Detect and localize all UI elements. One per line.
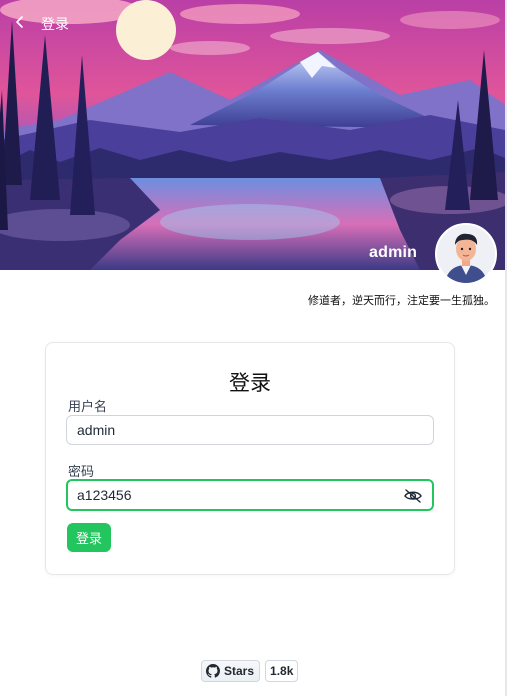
- nav-title: 登录: [41, 16, 69, 32]
- username-label: 用户名: [68, 399, 108, 414]
- chevron-left-icon: [16, 16, 23, 28]
- cartoon-avatar-icon: [437, 225, 495, 283]
- login-page: 登录 admin 修道者，逆天而行，注定要一生孤独。 登录 用户名 密码: [0, 0, 507, 696]
- github-stars-label: Stars: [224, 664, 255, 678]
- username-field[interactable]: [66, 415, 434, 445]
- landscape-illustration: [0, 0, 505, 270]
- login-card: 登录 用户名 密码 登录: [45, 342, 455, 575]
- eye-off-icon: [404, 489, 422, 503]
- github-icon: [206, 664, 220, 678]
- banner-image: [0, 0, 505, 270]
- username-input[interactable]: [77, 422, 377, 438]
- github-stars-button[interactable]: Stars: [201, 660, 261, 682]
- login-submit-button[interactable]: 登录: [67, 523, 111, 552]
- password-input[interactable]: [77, 487, 377, 503]
- password-field[interactable]: [66, 479, 434, 511]
- password-label: 密码: [68, 464, 95, 479]
- avatar: [435, 223, 497, 285]
- login-title: 登录: [229, 372, 271, 395]
- toggle-password-visibility-button[interactable]: [402, 486, 424, 506]
- github-stars-widget: Stars 1.8k: [201, 660, 299, 682]
- github-stars-count[interactable]: 1.8k: [265, 660, 299, 682]
- back-button[interactable]: [10, 12, 30, 32]
- profile-motto: 修道者，逆天而行，注定要一生孤独。: [308, 295, 495, 307]
- profile-username: admin: [369, 244, 418, 261]
